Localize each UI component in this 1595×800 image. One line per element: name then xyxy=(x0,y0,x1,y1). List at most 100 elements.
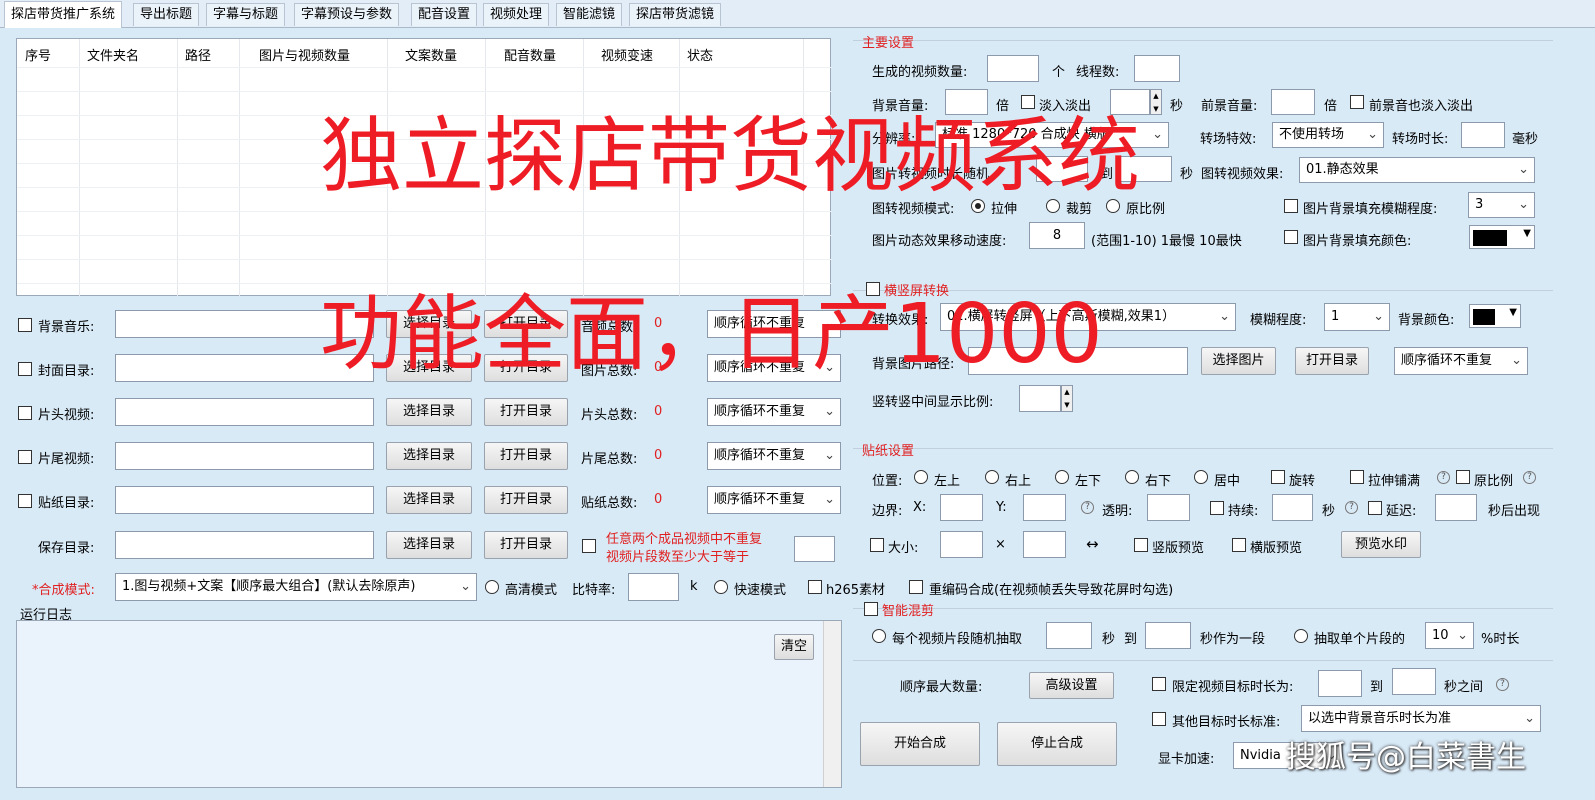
advanced-settings-button[interactable]: 高级设置 xyxy=(1029,672,1114,699)
log-scrollbar[interactable] xyxy=(823,621,841,787)
size-width-input[interactable] xyxy=(940,531,983,558)
tab-export-title[interactable]: 导出标题 xyxy=(133,3,200,26)
segment-max-input[interactable] xyxy=(1145,622,1191,649)
outro-mode-select[interactable]: 顺序循环不重复 xyxy=(707,442,841,470)
limit-help-icon[interactable]: ? xyxy=(1496,678,1509,691)
random-segment-radio[interactable] xyxy=(872,629,886,643)
tab-promo-system[interactable]: 探店带货推广系统 xyxy=(4,1,123,28)
save-dir-open-button[interactable]: 打开目录 xyxy=(484,531,568,559)
bitrate-input[interactable] xyxy=(628,573,679,601)
resize-arrow-icon[interactable]: ↔ xyxy=(1086,535,1099,553)
col-copy-count[interactable]: 文案数量 xyxy=(405,45,457,64)
pos-top-right-radio[interactable] xyxy=(985,470,999,484)
select-image-button[interactable]: 选择图片 xyxy=(1201,347,1276,375)
limit-duration-checkbox[interactable] xyxy=(1152,677,1166,691)
segment-min-input[interactable] xyxy=(1046,622,1092,649)
margin-x-input[interactable] xyxy=(940,494,983,521)
pos-bottom-right-radio[interactable] xyxy=(1125,470,1139,484)
outro-checkbox[interactable] xyxy=(18,450,32,464)
fast-mode-radio[interactable] xyxy=(714,580,728,594)
intro-select-button[interactable]: 选择目录 xyxy=(386,398,472,426)
sticker-dir-mode-select[interactable]: 顺序循环不重复 xyxy=(707,486,841,514)
hd-mode-radio[interactable] xyxy=(485,580,499,594)
delay-checkbox[interactable] xyxy=(1368,501,1382,515)
save-dir-select-button[interactable]: 选择目录 xyxy=(386,531,472,559)
col-index[interactable]: 序号 xyxy=(25,45,51,64)
pos-bottom-left-radio[interactable] xyxy=(1055,470,1069,484)
flip-loop-select[interactable]: 顺序循环不重复 xyxy=(1394,347,1528,375)
limit-min-input[interactable] xyxy=(1318,670,1362,697)
blur-fill-checkbox[interactable] xyxy=(1284,199,1298,213)
pos-top-left-radio[interactable] xyxy=(914,470,928,484)
blur-fill-select[interactable]: 3 xyxy=(1468,192,1535,218)
gen-count-input[interactable] xyxy=(987,55,1039,82)
save-dir-input[interactable] xyxy=(115,531,374,559)
duration-help-icon[interactable]: ? xyxy=(1345,501,1358,514)
intro-mode-select[interactable]: 顺序循环不重复 xyxy=(707,398,841,426)
col-path[interactable]: 路径 xyxy=(185,45,211,64)
preview-watermark-button[interactable]: 预览水印 xyxy=(1341,531,1421,558)
log-area[interactable]: 清空 xyxy=(16,620,842,788)
clear-log-button[interactable]: 清空 xyxy=(774,634,814,660)
start-compose-button[interactable]: 开始合成 xyxy=(860,722,980,766)
single-segment-radio[interactable] xyxy=(1294,629,1308,643)
tile-checkbox[interactable] xyxy=(1350,470,1364,484)
bg-music-checkbox[interactable] xyxy=(18,318,32,332)
duration-input[interactable] xyxy=(1272,494,1313,521)
fg-volume-input[interactable] xyxy=(1271,89,1315,115)
image-effect-select[interactable]: 01.静态效果 xyxy=(1299,157,1535,183)
fg-fade-checkbox[interactable] xyxy=(1350,95,1364,109)
col-media-count[interactable]: 图片与视频数量 xyxy=(259,45,350,64)
ratio-input[interactable] xyxy=(1019,385,1061,412)
v-preview-checkbox[interactable] xyxy=(1134,538,1148,552)
no-repeat-checkbox[interactable] xyxy=(582,539,596,553)
col-status[interactable]: 状态 xyxy=(687,45,713,64)
alpha-input[interactable] xyxy=(1147,494,1190,521)
color-fill-checkbox[interactable] xyxy=(1284,230,1298,244)
margin-y-input[interactable] xyxy=(1023,494,1066,521)
outro-open-button[interactable]: 打开目录 xyxy=(484,442,568,470)
tab-subtitles[interactable]: 字幕与标题 xyxy=(206,3,286,26)
tab-video-processing[interactable]: 视频处理 xyxy=(483,3,550,26)
tab-subtitle-presets[interactable]: 字幕预设与参数 xyxy=(294,3,400,26)
size-checkbox[interactable] xyxy=(870,538,884,552)
flip-open-dir-button[interactable]: 打开目录 xyxy=(1295,347,1369,375)
tab-shop-filter[interactable]: 探店带货滤镜 xyxy=(629,3,722,26)
pos-center-radio[interactable] xyxy=(1194,470,1208,484)
delay-input[interactable] xyxy=(1435,494,1477,521)
h-preview-checkbox[interactable] xyxy=(1232,538,1246,552)
ratio-stepper[interactable]: ▲ ▼ xyxy=(1061,385,1073,412)
compose-mode-select[interactable]: 1.图与视频+文案【顺序最大组合】(默认去除原声) xyxy=(115,573,477,601)
color-fill-picker[interactable]: ▼ xyxy=(1469,225,1535,249)
margin-help-icon[interactable]: ? xyxy=(1081,501,1094,514)
duration-checkbox[interactable] xyxy=(1210,501,1224,515)
orig-help-icon[interactable]: ? xyxy=(1523,471,1536,484)
sticker-dir-path-input[interactable] xyxy=(115,486,374,514)
cover-checkbox[interactable] xyxy=(18,362,32,376)
transition-select[interactable]: 不使用转场 xyxy=(1272,122,1384,148)
tile-help-icon[interactable]: ? xyxy=(1437,471,1450,484)
sticker-dir-open-button[interactable]: 打开目录 xyxy=(484,486,568,514)
size-height-input[interactable] xyxy=(1023,531,1066,558)
limit-max-input[interactable] xyxy=(1392,668,1436,695)
col-dub-count[interactable]: 配音数量 xyxy=(504,45,556,64)
h265-checkbox[interactable] xyxy=(808,580,822,594)
intro-checkbox[interactable] xyxy=(18,406,32,420)
flip-bg-color-picker[interactable]: ▼ xyxy=(1469,304,1521,328)
threads-input[interactable] xyxy=(1134,55,1180,82)
single-segment-percent-select[interactable]: 10 xyxy=(1425,622,1474,649)
reencode-checkbox[interactable] xyxy=(909,580,923,594)
intro-path-input[interactable] xyxy=(115,398,374,426)
speed-input[interactable]: 8 xyxy=(1029,222,1085,249)
outro-path-input[interactable] xyxy=(115,442,374,470)
tab-dubbing[interactable]: 配音设置 xyxy=(411,3,478,26)
col-folder[interactable]: 文件夹名 xyxy=(87,45,139,64)
tab-smart-filter[interactable]: 智能滤镜 xyxy=(556,3,623,26)
fade-seconds-stepper[interactable]: ▲ ▼ xyxy=(1150,89,1162,115)
other-duration-select[interactable]: 以选中背景音乐时长为准 xyxy=(1301,705,1541,732)
other-duration-checkbox[interactable] xyxy=(1152,712,1166,726)
rotate-checkbox[interactable] xyxy=(1271,470,1285,484)
col-speed[interactable]: 视频变速 xyxy=(601,45,653,64)
transition-duration-input[interactable] xyxy=(1461,122,1505,148)
sticker-orig-checkbox[interactable] xyxy=(1456,470,1470,484)
